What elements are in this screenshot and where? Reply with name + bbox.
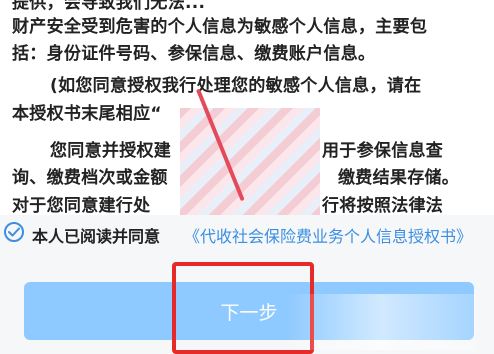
doc-line-6: 询、缴费档次或金额 <box>12 168 168 188</box>
authorization-document: 提供，会导致我们无法... 财产安全受到危害的个人信息为敏感个人信息，主要包 括… <box>0 0 494 215</box>
doc-line-2: 括：身份证件号码、参保信息、缴费账户信息。 <box>12 44 376 64</box>
doc-line-6b: 缴费结果存储。 <box>338 168 460 188</box>
consent-label: 本人已阅读并同意 <box>32 227 161 246</box>
doc-line-5: 您同意并授权建 <box>50 141 172 161</box>
authorization-document-link[interactable]: 《代收社会保险费业务个人信息授权书》 <box>184 223 472 247</box>
doc-line-3: (如您同意授权我行处理您的敏感个人信息，请在 <box>50 76 422 96</box>
doc-line-0: 提供，会导致我们无法... <box>12 0 206 13</box>
doc-line-5b: 用于参保信息查 <box>322 141 444 161</box>
doc-line-7: 对于您同意建行处 <box>12 196 151 215</box>
check-circle-icon[interactable] <box>4 222 24 242</box>
doc-line-7b: 行将按照法律法 <box>322 196 444 215</box>
doc-line-1: 财产安全受到危害的个人信息为敏感个人信息，主要包 <box>12 17 428 37</box>
doc-line-4: 本授权书末尾相应“ <box>12 104 162 124</box>
watermark <box>286 294 476 350</box>
consent-row[interactable]: 本人已阅读并同意 《代收社会保险费业务个人信息授权书》 <box>0 218 494 248</box>
blurred-overlay <box>180 108 320 215</box>
